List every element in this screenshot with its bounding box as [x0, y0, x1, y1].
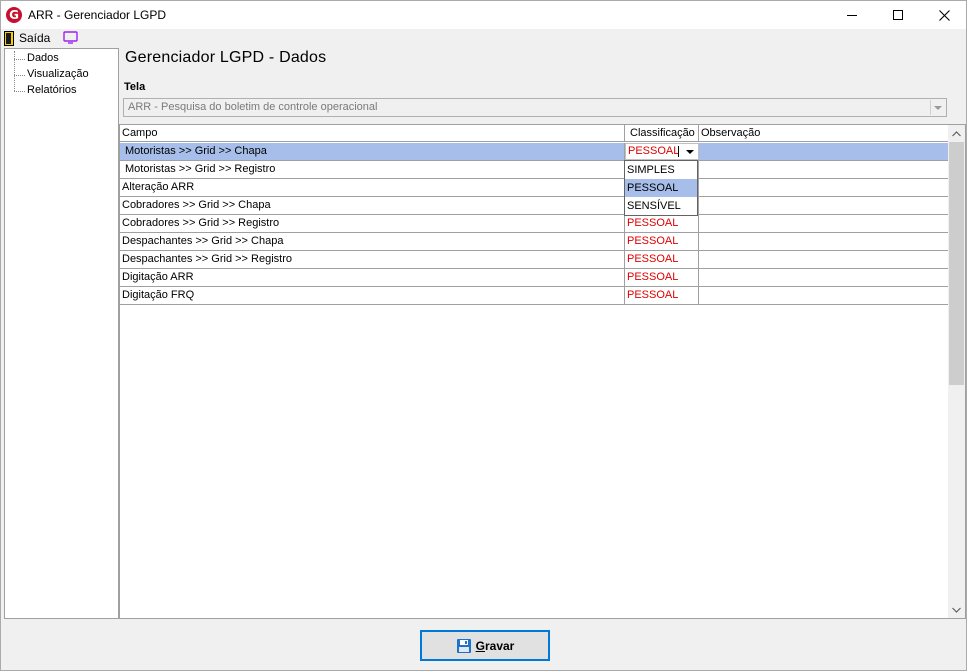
exit-menu-item[interactable]: Saída: [4, 30, 50, 46]
cell-campo[interactable]: Motoristas >> Grid >> Chapa: [120, 143, 625, 160]
dropdown-option-pessoal[interactable]: PESSOAL: [625, 179, 697, 197]
table-row[interactable]: Alteração ARR: [120, 179, 949, 197]
save-button[interactable]: Gravar: [420, 630, 550, 661]
close-icon: [938, 9, 950, 21]
minimize-icon: [847, 14, 857, 16]
app-window: G ARR - Gerenciador LGPD Saída Dados Vis…: [0, 0, 967, 671]
table-row[interactable]: Motoristas >> Grid >> Registro: [120, 161, 949, 179]
window-title: ARR - Gerenciador LGPD: [28, 8, 167, 22]
monitor-icon[interactable]: [63, 31, 78, 44]
cell-observacao[interactable]: [699, 179, 949, 196]
floppy-disk-icon: [456, 638, 471, 653]
scroll-down-button[interactable]: [948, 601, 965, 618]
cell-observacao[interactable]: [699, 143, 949, 160]
classificacao-editor-combo[interactable]: PESSOAL: [625, 143, 699, 160]
tela-label: Tela: [124, 81, 146, 93]
cell-campo[interactable]: Despachantes >> Grid >> Chapa: [120, 233, 625, 250]
cell-campo[interactable]: Motoristas >> Grid >> Registro: [120, 161, 625, 178]
cell-campo[interactable]: Cobradores >> Grid >> Registro: [120, 215, 625, 232]
cell-observacao[interactable]: [699, 251, 949, 268]
tree-connector-line: [14, 51, 15, 91]
title-bar: G ARR - Gerenciador LGPD: [1, 1, 966, 29]
cell-classificacao[interactable]: PESSOAL: [625, 233, 699, 250]
text-caret: [678, 146, 679, 157]
cell-classificacao[interactable]: PESSOAL: [625, 251, 699, 268]
maximize-button[interactable]: [875, 1, 921, 29]
maximize-icon: [893, 10, 903, 20]
column-header-observacao[interactable]: Observação: [699, 125, 949, 142]
page-title: Gerenciador LGPD - Dados: [125, 49, 327, 66]
tree-branch-line: [14, 59, 25, 60]
save-label-rest: ravar: [484, 638, 515, 653]
navigation-tree: Dados Visualização Relatórios: [4, 48, 119, 619]
scroll-thumb[interactable]: [949, 142, 964, 385]
column-header-classificacao[interactable]: Classificação: [625, 125, 699, 142]
scroll-up-button[interactable]: [948, 125, 965, 142]
cell-observacao[interactable]: [699, 215, 949, 232]
tree-item-label: Dados: [27, 52, 59, 64]
cell-classificacao[interactable]: PESSOAL: [625, 269, 699, 286]
table-row[interactable]: Despachantes >> Grid >> Registro PESSOAL: [120, 251, 949, 269]
tela-select[interactable]: ARR - Pesquisa do boletim de controle op…: [123, 98, 947, 117]
app-logo-icon: G: [6, 7, 22, 23]
door-exit-icon: [4, 30, 14, 46]
chevron-down-icon: [934, 105, 942, 110]
table-row[interactable]: Motoristas >> Grid >> Chapa PESSOAL: [120, 143, 949, 161]
save-button-label: Gravar: [476, 639, 515, 653]
cell-observacao[interactable]: [699, 197, 949, 214]
cell-classificacao[interactable]: PESSOAL: [625, 215, 699, 232]
dropdown-option-simples[interactable]: SIMPLES: [625, 161, 697, 179]
classificacao-dropdown-list: SIMPLES PESSOAL SENSÍVEL: [624, 160, 698, 216]
table-row[interactable]: Digitação FRQ PESSOAL: [120, 287, 949, 305]
save-mnemonic: G: [475, 638, 485, 653]
tree-branch-line: [14, 75, 25, 76]
tela-select-value: ARR - Pesquisa do boletim de controle op…: [128, 101, 378, 113]
close-button[interactable]: [921, 1, 967, 29]
cell-classificacao[interactable]: PESSOAL: [625, 287, 699, 304]
classificacao-editor-value: PESSOAL: [628, 145, 680, 157]
classificacao-dropdown-button[interactable]: [682, 144, 698, 159]
chevron-down-icon: [952, 607, 961, 613]
table-row[interactable]: Cobradores >> Grid >> Registro PESSOAL: [120, 215, 949, 233]
table-row[interactable]: Despachantes >> Grid >> Chapa PESSOAL: [120, 233, 949, 251]
data-grid: Campo Classificação Observação Motorista…: [119, 124, 966, 619]
cell-campo[interactable]: Despachantes >> Grid >> Registro: [120, 251, 625, 268]
dropdown-option-sensivel[interactable]: SENSÍVEL: [625, 197, 697, 215]
tree-item-label: Relatórios: [27, 84, 77, 96]
exit-menu-label: Saída: [19, 31, 51, 45]
menu-bar: Saída: [1, 29, 966, 47]
chevron-down-icon: [686, 149, 694, 154]
cell-campo[interactable]: Cobradores >> Grid >> Chapa: [120, 197, 625, 214]
vertical-scrollbar[interactable]: [948, 125, 965, 618]
grid-header: Campo Classificação Observação: [120, 125, 949, 142]
cell-campo[interactable]: Alteração ARR: [120, 179, 625, 196]
tree-item-label: Visualização: [27, 68, 89, 80]
column-header-campo[interactable]: Campo: [120, 125, 625, 142]
cell-campo[interactable]: Digitação FRQ: [120, 287, 625, 304]
chevron-up-icon: [952, 130, 961, 136]
cell-observacao[interactable]: [699, 161, 949, 178]
cell-campo[interactable]: Digitação ARR: [120, 269, 625, 286]
cell-observacao[interactable]: [699, 287, 949, 304]
minimize-button[interactable]: [829, 1, 875, 29]
cell-observacao[interactable]: [699, 269, 949, 286]
table-row[interactable]: Digitação ARR PESSOAL: [120, 269, 949, 287]
tela-dropdown-button[interactable]: [930, 100, 945, 115]
table-row[interactable]: Cobradores >> Grid >> Chapa: [120, 197, 949, 215]
tree-branch-line: [14, 91, 25, 92]
cell-observacao[interactable]: [699, 233, 949, 250]
